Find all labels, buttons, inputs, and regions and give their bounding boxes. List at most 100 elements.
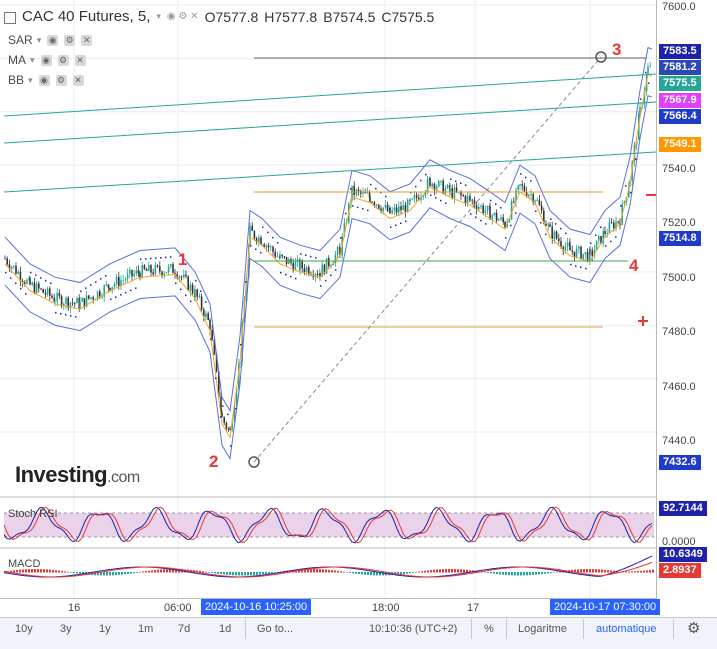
collapse-icon[interactable] <box>4 11 16 24</box>
sar-dot <box>357 206 359 209</box>
candle-body <box>40 288 42 290</box>
sar-dot <box>55 311 57 314</box>
sar-dot <box>510 224 512 227</box>
candle-body <box>393 207 396 211</box>
candle-body <box>137 270 140 274</box>
range-7d-button[interactable]: 7d <box>178 621 190 637</box>
macd-histogram-bar <box>52 569 54 573</box>
sar-dot <box>580 266 582 269</box>
price-tag: 7514.8 <box>659 231 701 246</box>
sar-dot <box>320 285 322 287</box>
candle-body <box>591 250 593 256</box>
indicator-ma[interactable]: MA ▾ ◉ ⚙ ✕ <box>8 53 86 67</box>
chart-canvas[interactable] <box>0 0 717 648</box>
sar-dot <box>70 315 72 317</box>
sar-dot <box>145 258 147 260</box>
candle-body <box>122 279 124 281</box>
price-tag: 7581.2 <box>659 60 701 75</box>
indicator-sar[interactable]: SAR ▾ ◉ ⚙ ✕ <box>8 33 93 47</box>
candle-body <box>564 246 567 251</box>
macd-histogram-bar <box>253 572 255 576</box>
macd-histogram-bar <box>514 572 516 576</box>
candle-body <box>382 207 384 212</box>
candle-body <box>189 284 192 291</box>
candle-body <box>449 188 451 192</box>
range-1d-button[interactable]: 1d <box>219 621 231 637</box>
chevron-down-icon[interactable]: ▾ <box>28 75 33 86</box>
macd-histogram-bar <box>412 572 414 573</box>
candle-body <box>431 183 433 187</box>
macd-histogram-bar <box>418 571 420 573</box>
candle-body <box>183 274 185 278</box>
dropdown-icon[interactable]: ▾ <box>156 11 161 22</box>
sar-dot <box>110 298 112 301</box>
macd-histogram-bar <box>604 569 606 573</box>
macd-histogram-bar <box>217 572 219 574</box>
sar-dot <box>220 416 222 418</box>
auto-toggle[interactable]: automatique <box>596 621 657 637</box>
range-1m-button[interactable]: 1m <box>138 621 153 637</box>
macd-histogram-bar <box>244 572 246 576</box>
macd-histogram-bar <box>445 569 447 573</box>
range-1y-button[interactable]: 1y <box>99 621 111 637</box>
macd-histogram-bar <box>61 570 63 573</box>
chevron-down-icon[interactable]: ▾ <box>37 35 42 46</box>
macd-histogram-bar <box>163 569 165 573</box>
candle-body <box>409 199 411 202</box>
percent-toggle[interactable]: % <box>484 621 494 637</box>
close-icon[interactable]: ✕ <box>72 74 84 86</box>
eye-icon[interactable]: ◉ <box>40 54 52 66</box>
candle-body <box>49 288 51 296</box>
eye-icon[interactable]: ◉ <box>47 34 59 46</box>
macd-histogram-bar <box>337 570 339 573</box>
sar-dot <box>105 274 107 277</box>
sar-dot <box>605 245 607 247</box>
sar-dot <box>575 265 577 267</box>
close-icon[interactable]: ✕ <box>81 34 93 46</box>
log-toggle[interactable]: Logaritme <box>518 621 567 637</box>
sar-dot <box>460 182 462 184</box>
macd-histogram-bar <box>532 572 534 575</box>
range-3y-button[interactable]: 3y <box>60 621 72 637</box>
gear-icon[interactable]: ⚙ <box>64 34 76 46</box>
price-tag: 7583.5 <box>659 44 701 59</box>
sar-dot <box>170 256 172 258</box>
macd-histogram-bar <box>508 572 510 576</box>
macd-histogram-bar <box>529 572 531 576</box>
indicator-bb[interactable]: BB ▾ ◉ ⚙ ✕ <box>8 73 84 87</box>
goto-button[interactable]: Go to... <box>257 621 293 637</box>
candle-body <box>451 188 453 199</box>
legend-buttons[interactable]: ◉ ⚙ ✕ <box>167 11 199 22</box>
projection-line <box>253 56 602 463</box>
macd-histogram-bar <box>112 572 114 576</box>
candle-body <box>395 207 398 213</box>
sar-dot <box>160 256 162 259</box>
range-10y-button[interactable]: 10y <box>15 621 33 637</box>
gear-icon[interactable]: ⚙ <box>55 74 67 86</box>
macd-histogram-bar <box>334 570 336 573</box>
candle-body <box>551 226 553 240</box>
gear-icon[interactable]: ⚙ <box>687 621 700 637</box>
sar-dot <box>470 213 472 215</box>
close-value: C7575.5 <box>381 8 435 25</box>
macd-histogram-bar <box>58 570 60 573</box>
investing-logo: Investing.com <box>15 462 140 488</box>
sar-dot <box>215 377 217 379</box>
time-tick: 16 <box>68 602 81 614</box>
candle-body <box>586 251 589 262</box>
macd-histogram-bar <box>325 569 327 573</box>
high-value: H7577.8 <box>264 8 318 25</box>
candle-body <box>538 200 541 206</box>
eye-icon[interactable]: ◉ <box>38 74 50 86</box>
chevron-down-icon[interactable]: ▾ <box>30 55 35 66</box>
macd-histogram-bar <box>205 571 207 573</box>
gear-icon[interactable]: ⚙ <box>57 54 69 66</box>
macd-histogram-bar <box>154 570 156 573</box>
close-icon[interactable]: ✕ <box>74 54 86 66</box>
macd-histogram-bar <box>520 572 522 576</box>
macd-histogram-bar <box>430 570 432 573</box>
sar-dot <box>455 180 457 182</box>
sar-dot <box>195 279 197 282</box>
candle-body <box>223 417 225 423</box>
toolbar-divider <box>506 619 507 639</box>
